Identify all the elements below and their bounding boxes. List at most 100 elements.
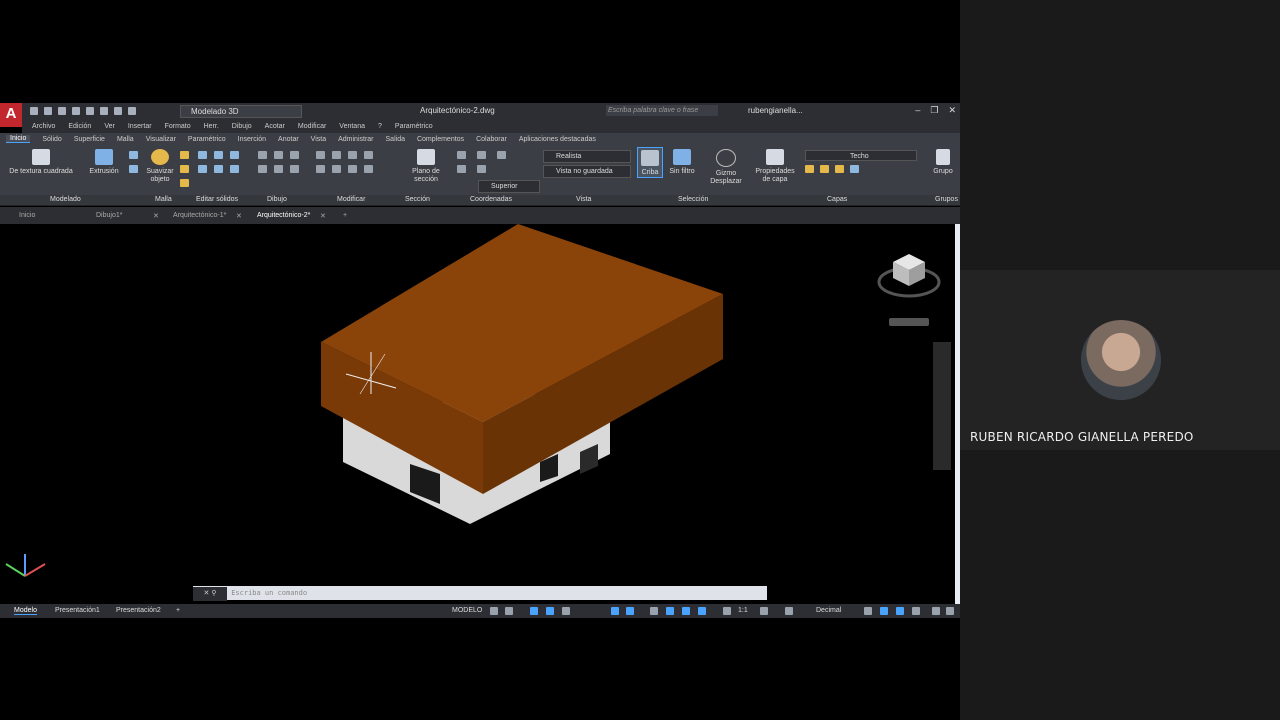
workspace-selector[interactable]: Modelado 3D: [180, 105, 302, 118]
menu-help[interactable]: ?: [378, 123, 382, 130]
units-dropdown[interactable]: Decimal: [816, 607, 841, 614]
rectangle-icon[interactable]: [274, 165, 283, 173]
smooth-object-button[interactable]: Suavizar objeto: [144, 149, 176, 184]
close-icon[interactable]: ✕: [236, 212, 242, 220]
menu-archivo[interactable]: Archivo: [32, 123, 55, 130]
layer-match-icon[interactable]: [850, 165, 859, 173]
panel-modificar[interactable]: Modificar: [337, 196, 365, 203]
panel-malla[interactable]: Malla: [155, 196, 172, 203]
selection-cycling-icon[interactable]: [682, 607, 690, 615]
view-cube[interactable]: [877, 254, 941, 298]
extract-edges-icon[interactable]: [214, 165, 223, 173]
group-button[interactable]: Grupo: [929, 149, 957, 176]
extrude-button[interactable]: Extrusión: [84, 149, 124, 176]
layer-freeze-icon[interactable]: [805, 165, 814, 173]
fullscreen-icon[interactable]: [932, 607, 940, 615]
command-input[interactable]: Escriba un comando: [231, 589, 307, 597]
restore-icon[interactable]: ❐: [930, 105, 938, 116]
new-icon[interactable]: [30, 107, 38, 115]
move-icon[interactable]: [316, 151, 325, 159]
layer-dropdown[interactable]: Techo: [805, 150, 917, 161]
view-dropdown[interactable]: Vista no guardada: [543, 165, 631, 178]
model-space-toggle[interactable]: MODELO: [452, 607, 482, 614]
culling-button[interactable]: Criba: [637, 147, 663, 178]
layer-off-icon[interactable]: [820, 165, 829, 173]
panel-modelado[interactable]: Modelado: [50, 196, 81, 203]
tab-aplicaciones[interactable]: Aplicaciones destacadas: [519, 136, 596, 143]
undo-icon[interactable]: [114, 107, 122, 115]
quick-properties-icon[interactable]: [864, 607, 872, 615]
wcs-indicator[interactable]: [889, 318, 929, 326]
panel-grupos[interactable]: Grupos: [935, 196, 958, 203]
layer-properties-button[interactable]: Propiedades de capa: [752, 149, 798, 184]
layout-tab-presentacion1[interactable]: Presentación1: [55, 607, 100, 614]
intersect-icon[interactable]: [230, 151, 239, 159]
ucs-dropdown[interactable]: Superior: [478, 180, 540, 193]
menu-acotar[interactable]: Acotar: [265, 123, 285, 130]
tab-colaborar[interactable]: Colaborar: [476, 136, 507, 143]
navigation-bar[interactable]: [933, 342, 951, 470]
ucs-y-icon[interactable]: [477, 165, 486, 173]
line-icon[interactable]: [258, 151, 267, 159]
osnap-icon[interactable]: [611, 607, 619, 615]
polar-icon[interactable]: [546, 607, 554, 615]
tab-solido[interactable]: Sólido: [42, 136, 61, 143]
tab-complementos[interactable]: Complementos: [417, 136, 464, 143]
snap-icon[interactable]: [505, 607, 513, 615]
close-icon[interactable]: ✕: [948, 105, 956, 116]
command-tools-icon[interactable]: ✕ ⚲: [193, 587, 227, 601]
tab-salida[interactable]: Salida: [386, 136, 405, 143]
layout-tab-presentacion2[interactable]: Presentación2: [116, 607, 161, 614]
gizmo-button[interactable]: Gizmo Desplazar: [706, 149, 746, 186]
menu-herr[interactable]: Herr.: [204, 123, 219, 130]
plus-icon[interactable]: [785, 607, 793, 615]
mesh-smooth-icon[interactable]: [180, 165, 189, 173]
tab-administrar[interactable]: Administrar: [338, 136, 373, 143]
scale-icon[interactable]: [348, 151, 357, 159]
close-icon[interactable]: ✕: [153, 212, 159, 220]
menu-dibujo[interactable]: Dibujo: [232, 123, 252, 130]
menu-icon[interactable]: [946, 607, 954, 615]
minimize-icon[interactable]: –: [915, 105, 920, 116]
filter-button[interactable]: Sin filtro: [665, 149, 699, 176]
doc-tab-arquitectonico-2[interactable]: Arquitectónico-2*: [257, 212, 310, 219]
autocad-logo[interactable]: A: [0, 103, 22, 127]
union-icon[interactable]: [198, 151, 207, 159]
gear-icon[interactable]: [760, 607, 768, 615]
print-icon[interactable]: [100, 107, 108, 115]
menu-insertar[interactable]: Insertar: [128, 123, 152, 130]
model-viewport[interactable]: [0, 224, 955, 604]
visual-style-dropdown[interactable]: Realista: [543, 150, 631, 163]
ortho-icon[interactable]: [530, 607, 538, 615]
circle-icon[interactable]: [290, 165, 299, 173]
separate-icon[interactable]: [230, 165, 239, 173]
doc-tab-arquitectonico-1[interactable]: Arquitectónico-1*: [173, 212, 226, 219]
redo-icon[interactable]: [128, 107, 136, 115]
annotation-scale[interactable]: 1:1: [738, 607, 748, 614]
transparency-icon[interactable]: [666, 607, 674, 615]
menu-parametrico[interactable]: Paramétrico: [395, 123, 433, 130]
open-icon[interactable]: [44, 107, 52, 115]
tab-parametrico[interactable]: Paramétrico: [188, 136, 226, 143]
menu-formato[interactable]: Formato: [165, 123, 191, 130]
isodraft-icon[interactable]: [562, 607, 570, 615]
ucs-world-icon[interactable]: [477, 151, 486, 159]
copy-icon[interactable]: [316, 165, 325, 173]
erase-icon[interactable]: [364, 165, 373, 173]
rotate-icon[interactable]: [332, 151, 341, 159]
menu-modificar[interactable]: Modificar: [298, 123, 326, 130]
command-line[interactable]: ✕ ⚲ Escriba un comando: [193, 586, 767, 601]
tab-malla[interactable]: Malla: [117, 136, 134, 143]
user-account[interactable]: rubengianella...: [748, 106, 803, 115]
ucs-x-icon[interactable]: [457, 165, 466, 173]
isolate-icon[interactable]: [880, 607, 888, 615]
panel-vista[interactable]: Vista: [576, 196, 591, 203]
tab-superficie[interactable]: Superficie: [74, 136, 105, 143]
tab-anotar[interactable]: Anotar: [278, 136, 299, 143]
clean-screen-icon[interactable]: [912, 607, 920, 615]
mesh-icon[interactable]: [180, 151, 189, 159]
menu-ventana[interactable]: Ventana: [339, 123, 365, 130]
3d-osnap-icon[interactable]: [626, 607, 634, 615]
tab-vista[interactable]: Vista: [311, 136, 326, 143]
spline-icon[interactable]: [258, 165, 267, 173]
